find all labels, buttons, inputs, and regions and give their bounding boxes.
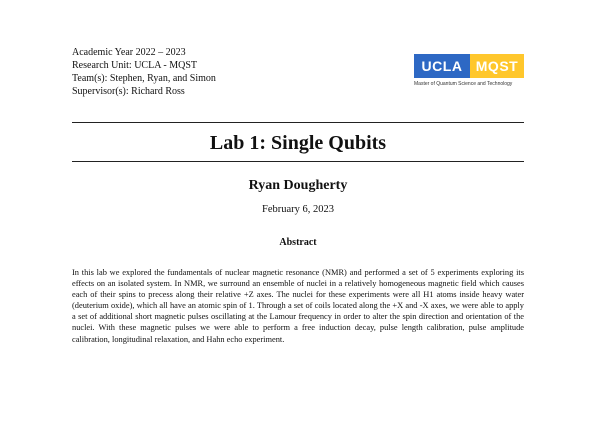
supervisor: Supervisor(s): Richard Ross [72,86,185,97]
logo-ucla-block: UCLA [414,54,470,78]
paper-author: Ryan Dougherty [248,178,348,193]
abstract-body: In this lab we explored the fundamentals… [72,268,524,344]
ucla-mqst-logo: UCLA MQST Master of Quantum Science and … [414,54,524,87]
logo-caption: Master of Quantum Science and Technology [414,81,513,87]
academic-year: Academic Year 2022 – 2023 [72,47,186,58]
paper-date: February 6, 2023 [261,204,335,215]
title-rule-top [72,122,524,123]
paper-title: Lab 1: Single Qubits [209,132,387,154]
header-info: Academic Year 2022 – 2023 Research Unit:… [72,46,216,98]
abstract-heading: Abstract [279,237,317,248]
logo-mqst-block: MQST [470,54,524,78]
title-rule-bottom [72,161,524,162]
logo-banner: UCLA MQST [414,54,524,78]
team-members: Team(s): Stephen, Ryan, and Simon [72,73,216,84]
research-unit: Research Unit: UCLA - MQST [72,60,197,71]
